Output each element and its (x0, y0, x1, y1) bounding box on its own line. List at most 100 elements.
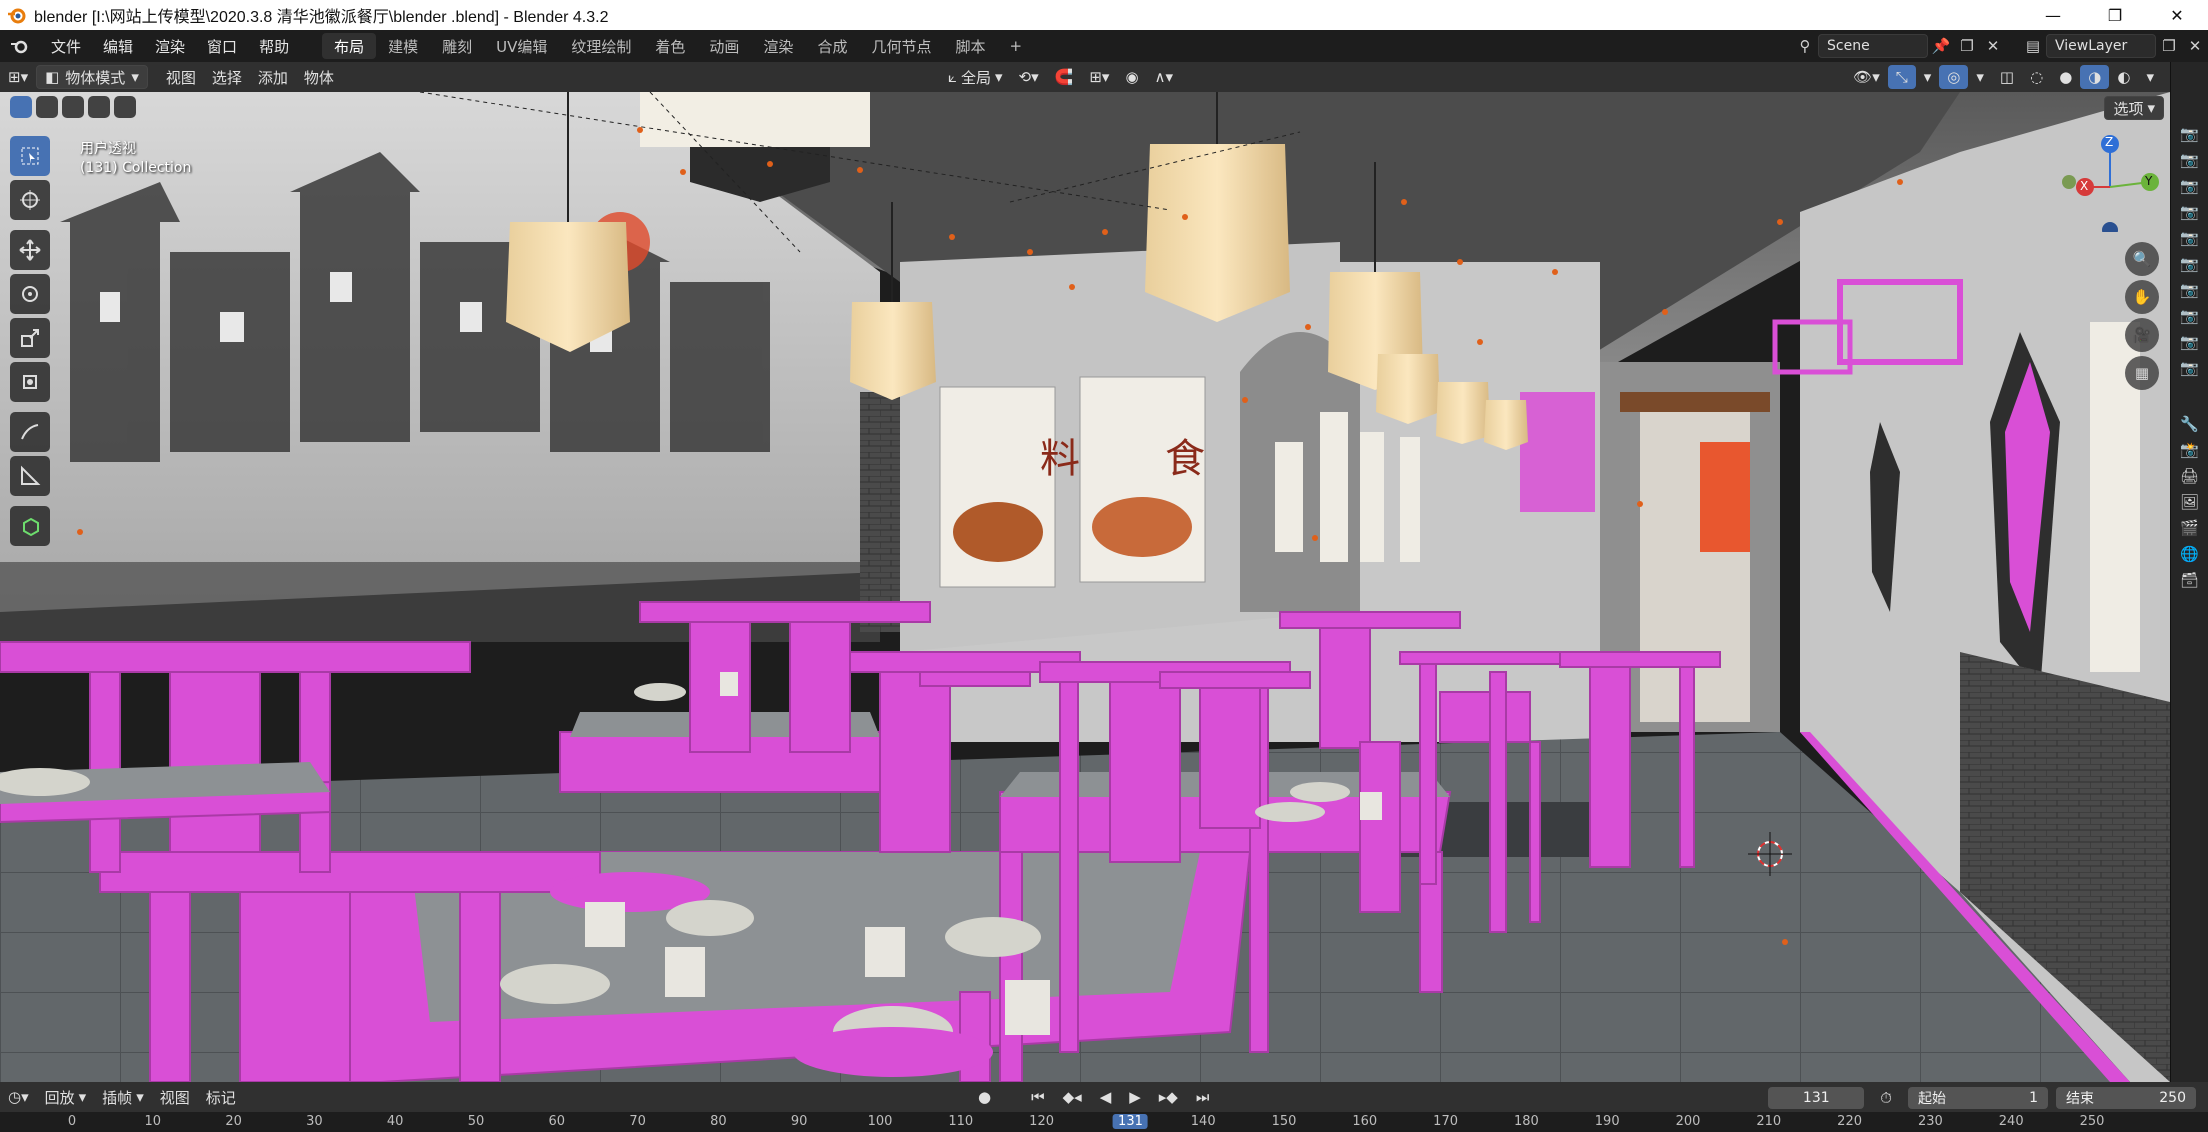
gizmo-toggle-icon[interactable]: ⤡ (1887, 65, 1916, 89)
snap-target-icon[interactable]: ⊞▾ (1081, 65, 1117, 89)
delete-scene-icon[interactable]: ✕ (1980, 34, 2006, 58)
camera-icon[interactable]: 📷 (2177, 254, 2203, 274)
overlay-toggle-icon[interactable]: ◎ (1939, 65, 1969, 89)
camera-icon[interactable]: 📷 (2177, 306, 2203, 326)
camera-icon[interactable]: 📷 (2177, 150, 2203, 170)
rendered-shading-icon[interactable]: ◐ (2109, 65, 2138, 89)
cursor-icon[interactable] (10, 180, 50, 220)
new-viewlayer-icon[interactable]: ❐ (2156, 34, 2182, 58)
3d-viewport[interactable]: 料 食 用户透视 (131) Collection 选项 ▾ Z Y X 🔍 ✋… (0, 92, 2170, 1082)
move-icon[interactable] (10, 230, 50, 270)
menu-object[interactable]: 物体 (296, 65, 342, 89)
menu-keying[interactable]: 插帧 ▾ (94, 1085, 152, 1109)
pin-icon[interactable]: 📌 (1928, 34, 1954, 58)
jump-end-icon[interactable]: ⏭ (1188, 1085, 1218, 1109)
falloff-icon[interactable]: ∧▾ (1147, 65, 1182, 89)
measure-icon[interactable] (10, 456, 50, 496)
visibility-icon[interactable]: 👁▾ (1845, 65, 1888, 89)
next-keyframe-icon[interactable]: ▸◆ (1151, 1085, 1186, 1109)
blender-menu-icon[interactable] (0, 37, 40, 55)
tab-geometry-nodes[interactable]: 几何节点 (859, 33, 943, 59)
select-extend-icon[interactable] (36, 96, 58, 118)
menu-select[interactable]: 选择 (204, 65, 250, 89)
mode-selector[interactable]: ◧ 物体模式 ▾ (36, 65, 148, 89)
overlay-dropdown-icon[interactable]: ▾ (1968, 65, 1992, 89)
proportional-edit-icon[interactable]: ◉ (1117, 65, 1146, 89)
camera-icon[interactable]: 📷 (2177, 332, 2203, 352)
options-dropdown[interactable]: 选项 ▾ (2104, 96, 2164, 120)
camera-icon[interactable]: 📷 (2177, 176, 2203, 196)
scale-icon[interactable] (10, 318, 50, 358)
gizmo-dropdown-icon[interactable]: ▾ (1916, 65, 1940, 89)
zoom-icon[interactable]: 🔍 (2125, 242, 2159, 276)
transform-icon[interactable] (10, 362, 50, 402)
camera-icon[interactable]: 📷 (2177, 228, 2203, 248)
world-properties-icon[interactable]: 🌐 (2177, 544, 2203, 564)
current-frame-field[interactable]: 131 (1768, 1087, 1865, 1109)
tab-scripting[interactable]: 脚本 (943, 33, 997, 59)
scene-field[interactable]: Scene (1818, 34, 1928, 58)
tab-shading[interactable]: 着色 (643, 33, 697, 59)
menu-timeline-view[interactable]: 视图 (152, 1085, 198, 1109)
render-properties-icon[interactable]: 📸 (2177, 440, 2203, 460)
delete-viewlayer-icon[interactable]: ✕ (2182, 34, 2208, 58)
minimize-icon[interactable]: — (2022, 0, 2084, 30)
menu-render[interactable]: 渲染 (144, 30, 196, 62)
camera-icon[interactable]: 📷 (2177, 202, 2203, 222)
stopwatch-icon[interactable]: ⏱ (1872, 1086, 1900, 1110)
play-icon[interactable]: ▶ (1121, 1085, 1149, 1109)
select-invert-icon[interactable] (88, 96, 110, 118)
select-subtract-icon[interactable] (62, 96, 84, 118)
menu-window[interactable]: 窗口 (196, 30, 248, 62)
camera-icon[interactable]: 📷 (2177, 280, 2203, 300)
tab-texture-paint[interactable]: 纹理绘制 (559, 33, 643, 59)
start-frame-field[interactable]: 起始 1 (1908, 1087, 2048, 1109)
transform-orientation-dropdown[interactable]: ⟀ 全局 ▾ (940, 65, 1011, 89)
menu-playback[interactable]: 回放 ▾ (37, 1085, 95, 1109)
rotate-icon[interactable] (10, 274, 50, 314)
pivot-point-icon[interactable]: ⟲▾ (1011, 65, 1047, 89)
timeline-editor-icon[interactable]: ◷▾ (0, 1085, 37, 1109)
add-workspace-button[interactable]: + (997, 33, 1034, 59)
menu-edit[interactable]: 编辑 (92, 30, 144, 62)
material-shading-icon[interactable]: ◑ (2080, 65, 2110, 89)
tab-uv-editing[interactable]: UV编辑 (484, 33, 559, 59)
select-box-icon[interactable] (10, 136, 50, 176)
menu-file[interactable]: 文件 (40, 30, 92, 62)
maximize-icon[interactable]: ❐ (2084, 0, 2146, 30)
menu-add[interactable]: 添加 (250, 65, 296, 89)
view-layer-icon[interactable]: 🖼 (2177, 492, 2203, 512)
timeline-ruler[interactable]: 0 10 20 30 40 50 60 70 80 90 100 110 120 131 140 150 160… (0, 1112, 2208, 1132)
record-icon[interactable]: ● (970, 1085, 999, 1109)
viewlayer-browse-icon[interactable]: ▤ (2020, 34, 2046, 58)
menu-view[interactable]: 视图 (158, 65, 204, 89)
wireframe-shading-icon[interactable]: ◌ (2022, 65, 2051, 89)
viewlayer-field[interactable]: ViewLayer (2046, 34, 2156, 58)
tool-settings-icon[interactable]: 🔧 (2177, 414, 2203, 434)
camera-icon[interactable]: 📷 (2177, 124, 2203, 144)
editor-type-icon[interactable]: ⊞▾ (0, 65, 36, 89)
play-reverse-icon[interactable]: ◀ (1092, 1085, 1120, 1109)
tab-modeling[interactable]: 建模 (376, 33, 430, 59)
collection-properties-icon[interactable]: 🗃 (2177, 570, 2203, 590)
scene-properties-icon[interactable]: 🎬 (2177, 518, 2203, 538)
output-properties-icon[interactable]: 🖨 (2177, 466, 2203, 486)
scene-browse-icon[interactable]: ⚲ (1792, 34, 1818, 58)
tab-sculpting[interactable]: 雕刻 (430, 33, 484, 59)
snap-icon[interactable]: 🧲 (1047, 65, 1082, 89)
select-intersect-icon[interactable] (114, 96, 136, 118)
pan-hand-icon[interactable]: ✋ (2125, 280, 2159, 314)
prev-keyframe-icon[interactable]: ◆◂ (1055, 1085, 1090, 1109)
annotate-icon[interactable] (10, 412, 50, 452)
shading-dropdown-icon[interactable]: ▾ (2138, 65, 2162, 89)
select-new-icon[interactable] (10, 96, 32, 118)
close-icon[interactable]: ✕ (2146, 0, 2208, 30)
jump-start-icon[interactable]: ⏮ (1023, 1085, 1053, 1109)
tab-compositing[interactable]: 合成 (805, 33, 859, 59)
tab-layout[interactable]: 布局 (322, 33, 377, 59)
camera-view-icon[interactable]: 🎥 (2125, 318, 2159, 352)
add-cube-icon[interactable] (10, 506, 50, 546)
menu-help[interactable]: 帮助 (248, 30, 300, 62)
ortho-grid-icon[interactable]: ▦ (2125, 356, 2159, 390)
tab-animation[interactable]: 动画 (697, 33, 751, 59)
